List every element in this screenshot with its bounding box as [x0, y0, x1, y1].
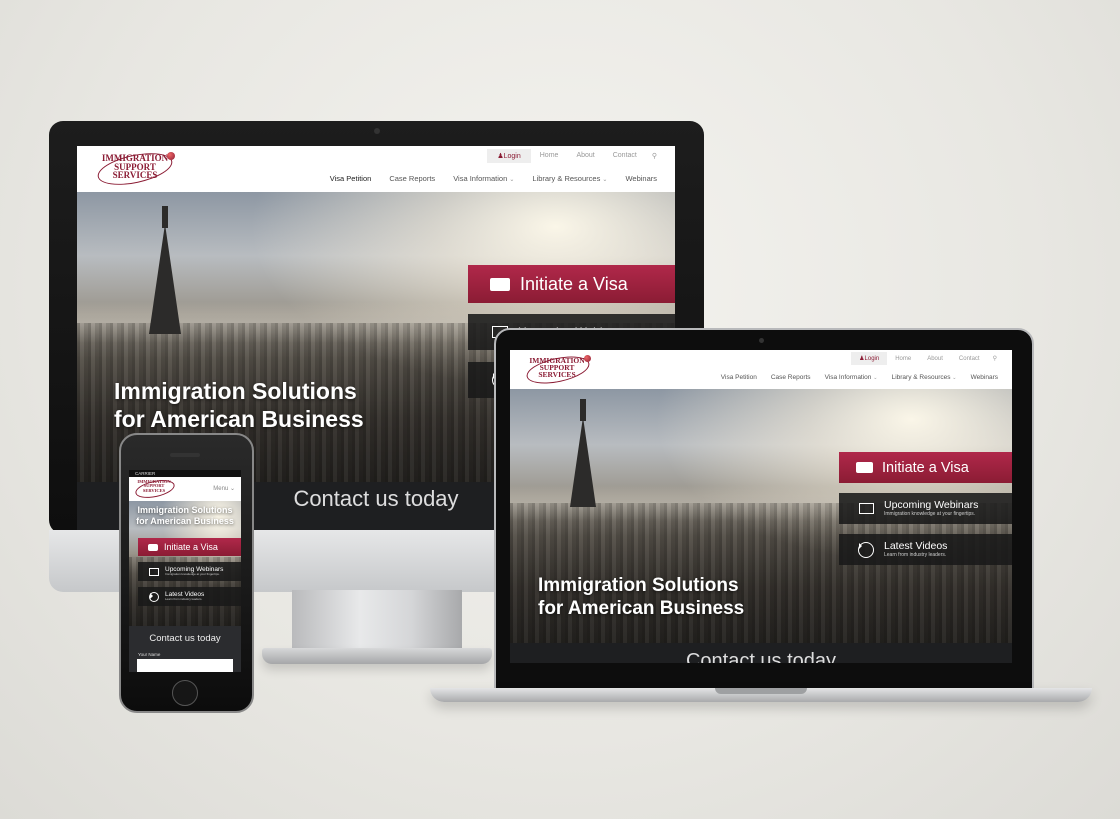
menu-visa-information-label: Visa Information: [453, 174, 508, 183]
play-icon: [858, 541, 874, 558]
site-logo[interactable]: Immigration Support Services: [524, 351, 592, 389]
headline-line-2: for American Business: [114, 405, 364, 432]
headline-line-1: Immigration Solutions: [114, 378, 357, 404]
name-field-label: Your Name: [138, 652, 161, 657]
laptop-notch: [715, 688, 807, 694]
menu-webinars[interactable]: Webinars: [625, 174, 657, 183]
menu-case-reports[interactable]: Case Reports: [771, 374, 811, 381]
headline-line-1: Immigration Solutions: [137, 505, 233, 515]
menu-webinars[interactable]: Webinars: [971, 374, 998, 381]
home-link[interactable]: Home: [531, 152, 568, 159]
id-card-icon: [148, 543, 158, 551]
site-logo[interactable]: Immigration Support Services: [133, 477, 177, 501]
laptop-screen: Immigration Support Services ♟ Login Hom…: [510, 350, 1012, 663]
chevron-down-icon: ⌄: [509, 177, 515, 183]
chevron-down-icon: ⌄: [873, 375, 878, 381]
eiffel-tower: [149, 206, 181, 334]
initiate-visa-label: Initiate a Visa: [164, 542, 218, 552]
contact-heading: Contact us today: [685, 650, 837, 663]
latest-videos-label: Latest Videos: [884, 539, 948, 552]
upcoming-webinars-label: Upcoming Webinars: [884, 498, 979, 511]
site-header: Immigration Support Services Menu ⌄: [129, 477, 241, 502]
mobile-menu-toggle[interactable]: Menu ⌄: [213, 485, 235, 492]
headline-line-2: for American Business: [538, 597, 745, 619]
utility-bar: ♟ Login Home About Contact ⚲: [487, 148, 663, 163]
search-icon[interactable]: ⚲: [988, 355, 1002, 362]
logo-globe: [167, 152, 175, 160]
initiate-visa-button[interactable]: Initiate a Visa: [839, 452, 1012, 483]
main-menu: Visa Petition Case Reports Visa Informat…: [721, 374, 998, 381]
imac-camera: [374, 128, 380, 134]
initiate-visa-label: Initiate a Visa: [520, 273, 628, 294]
utility-bar: ♟ Login Home About Contact ⚲: [851, 352, 1002, 365]
menu-library-resources-label: Library & Resources: [891, 374, 951, 381]
laptop-camera: [759, 338, 764, 343]
laptop-icon: [859, 503, 874, 514]
imac-foot: [262, 648, 492, 664]
eiffel-tower: [570, 399, 596, 507]
menu-case-reports[interactable]: Case Reports: [389, 174, 435, 183]
main-menu: Visa Petition Case Reports Visa Informat…: [330, 174, 657, 183]
mobile-menu-label: Menu: [213, 486, 229, 492]
contact-heading: Contact us today: [149, 633, 221, 644]
phone-speaker: [170, 453, 200, 457]
menu-visa-information[interactable]: Visa Information ⌄: [453, 174, 514, 183]
chevron-down-icon: ⌄: [602, 177, 608, 183]
upcoming-webinars-subtitle: Immigration knowledge at your fingertips…: [165, 572, 220, 577]
site-header: Immigration Support Services ♟ Login Hom…: [510, 350, 1012, 390]
home-link[interactable]: Home: [887, 356, 919, 362]
menu-visa-information-label: Visa Information: [824, 374, 872, 381]
carrier-label: CARRIER: [135, 471, 156, 476]
login-link[interactable]: ♟ Login: [851, 352, 888, 365]
hero-headline: Immigration Solutions for American Busin…: [114, 378, 364, 433]
headline-line-1: Immigration Solutions: [538, 575, 739, 596]
site-logo[interactable]: Immigration Support Services: [94, 147, 176, 191]
hero-headline: Immigration Solutions for American Busin…: [129, 505, 241, 527]
chevron-down-icon: ⌄: [229, 486, 235, 492]
play-icon: [149, 591, 159, 602]
menu-library-resources[interactable]: Library & Resources ⌄: [532, 174, 607, 183]
logo-globe: [584, 355, 591, 362]
about-link[interactable]: About: [919, 356, 951, 362]
about-link[interactable]: About: [567, 152, 603, 159]
menu-library-resources[interactable]: Library & Resources ⌄: [892, 374, 957, 381]
latest-videos-subtitle: Learn from industry leaders.: [165, 597, 203, 602]
hero-cityscape: [510, 503, 1012, 643]
site-header: Immigration Support Services ♟ Login Hom…: [77, 146, 675, 193]
status-bar: CARRIER: [129, 470, 241, 477]
menu-library-resources-label: Library & Resources: [532, 174, 601, 183]
latest-videos-button[interactable]: Latest Videos Learn from industry leader…: [839, 534, 1012, 565]
upcoming-webinars-button[interactable]: Upcoming Webinars Immigration knowledge …: [138, 562, 241, 581]
initiate-visa-button[interactable]: Initiate a Visa: [468, 265, 675, 303]
upcoming-webinars-button[interactable]: Upcoming Webinars Immigration knowledge …: [839, 493, 1012, 524]
login-label: Login: [503, 152, 521, 160]
name-input[interactable]: [137, 659, 233, 672]
phone-screen: CARRIER Immigration Support Services Men…: [129, 470, 241, 672]
initiate-visa-label: Initiate a Visa: [882, 459, 969, 476]
id-card-icon: [856, 462, 873, 473]
login-link[interactable]: ♟ Login: [487, 148, 531, 163]
menu-visa-petition[interactable]: Visa Petition: [330, 174, 372, 183]
login-label: Login: [864, 356, 880, 362]
chevron-down-icon: ⌄: [952, 375, 957, 381]
headline-line-2: for American Business: [136, 515, 234, 526]
imac-stand: [292, 590, 462, 652]
initiate-visa-button[interactable]: Initiate a Visa: [138, 538, 241, 556]
laptop-icon: [149, 567, 159, 576]
menu-visa-information[interactable]: Visa Information ⌄: [825, 374, 878, 381]
phone-home-button[interactable]: [172, 680, 198, 706]
id-card-icon: [490, 277, 510, 291]
latest-videos-button[interactable]: Latest Videos Learn from industry leader…: [138, 587, 241, 606]
latest-videos-subtitle: Learn from industry leaders.: [884, 551, 947, 558]
menu-visa-petition[interactable]: Visa Petition: [721, 374, 757, 381]
contact-link[interactable]: Contact: [951, 356, 988, 362]
upcoming-webinars-subtitle: Immigration knowledge at your fingertips…: [884, 510, 976, 517]
search-icon[interactable]: ⚲: [646, 152, 663, 160]
contact-link[interactable]: Contact: [604, 152, 646, 159]
hero-headline: Immigration Solutions for American Busin…: [538, 575, 744, 621]
